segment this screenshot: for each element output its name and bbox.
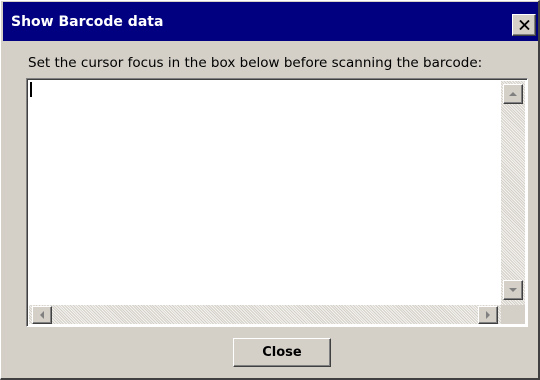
scroll-up-button[interactable] [503, 84, 523, 104]
scrollbar-corner [501, 305, 525, 324]
instruction-text: Set the cursor focus in the box below be… [28, 55, 483, 71]
scroll-down-button[interactable] [503, 280, 523, 300]
close-x-icon [519, 20, 530, 30]
close-button[interactable]: Close [233, 338, 331, 367]
title-bar[interactable]: Show Barcode data [3, 2, 538, 41]
barcode-textbox[interactable] [26, 78, 528, 327]
scroll-left-button[interactable] [32, 306, 52, 324]
scroll-right-button[interactable] [478, 306, 498, 324]
barcode-input[interactable] [29, 81, 501, 305]
arrow-down-icon [509, 288, 517, 292]
window-title: Show Barcode data [11, 14, 164, 30]
horizontal-scrollbar[interactable] [29, 305, 501, 324]
text-cursor [30, 82, 32, 97]
barcode-dialog: Show Barcode data Set the cursor focus i… [0, 0, 540, 380]
arrow-right-icon [486, 311, 490, 319]
vertical-scrollbar[interactable] [501, 81, 525, 305]
arrow-up-icon [509, 92, 517, 96]
window-close-button[interactable] [512, 14, 536, 36]
arrow-left-icon [40, 311, 44, 319]
